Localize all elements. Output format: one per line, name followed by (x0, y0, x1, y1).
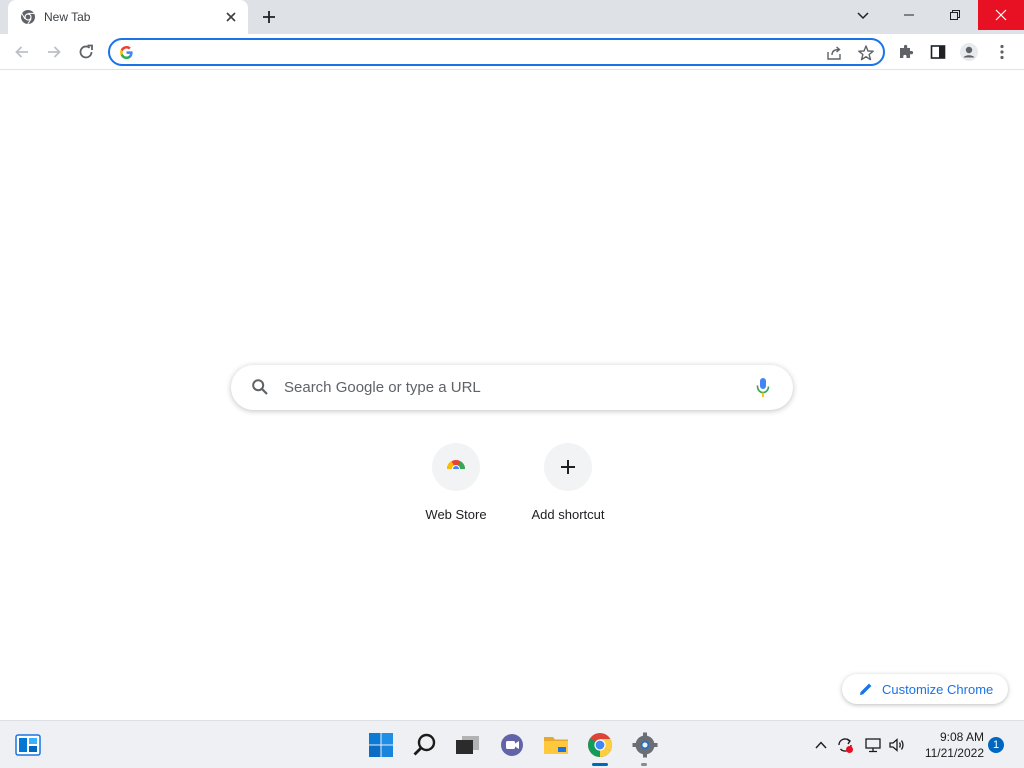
chevron-down-icon[interactable] (852, 4, 874, 26)
windows-start-icon[interactable] (367, 731, 395, 759)
browser-toolbar (0, 34, 1024, 70)
tab-new-tab[interactable]: New Tab (8, 0, 248, 34)
clock-time: 9:08 AM (939, 730, 984, 744)
star-icon[interactable] (857, 44, 875, 62)
add-shortcut-button[interactable]: Add shortcut (512, 440, 624, 530)
share-icon[interactable] (825, 44, 843, 62)
pencil-icon (860, 683, 872, 695)
shortcut-tile (544, 443, 592, 491)
plus-icon[interactable] (258, 6, 280, 28)
webstore-icon (447, 460, 465, 473)
shortcut-web-store[interactable]: Web Store (400, 440, 512, 530)
ntp-search-box[interactable]: Search Google or type a URL (231, 365, 793, 410)
plus-icon (561, 460, 575, 474)
chrome-icon (21, 10, 35, 25)
window-close-button[interactable] (978, 0, 1024, 30)
minimize-icon (904, 14, 914, 16)
restore-button[interactable] (932, 0, 978, 30)
customize-chrome-label: Customize Chrome (882, 682, 994, 697)
file-explorer-icon[interactable] (542, 731, 570, 759)
settings-icon[interactable] (631, 731, 659, 759)
shortcut-tile (432, 443, 480, 491)
tab-title: New Tab (44, 10, 91, 24)
title-bar: New Tab (0, 0, 1024, 34)
search-icon (252, 379, 268, 395)
running-app-indicator (641, 763, 647, 766)
reload-icon[interactable] (76, 42, 96, 62)
close-icon[interactable] (224, 10, 238, 24)
network-icon[interactable] (864, 736, 882, 754)
chrome-icon[interactable] (586, 731, 614, 759)
taskbar-clock[interactable]: 9:08 AM 11/21/2022 (914, 729, 984, 761)
notification-badge[interactable]: 1 (988, 737, 1004, 753)
back-icon[interactable] (12, 42, 32, 62)
active-app-indicator (592, 763, 608, 766)
address-input[interactable] (142, 43, 802, 61)
profile-icon[interactable] (959, 42, 979, 62)
restore-icon (950, 10, 960, 20)
minimize-button[interactable] (886, 0, 932, 30)
mic-icon[interactable] (755, 377, 771, 398)
sync-icon[interactable] (836, 736, 854, 754)
task-view-icon[interactable] (453, 731, 481, 759)
side-panel-icon[interactable] (928, 42, 948, 62)
extensions-icon[interactable] (896, 42, 916, 62)
forward-icon[interactable] (44, 42, 64, 62)
volume-icon[interactable] (888, 736, 906, 754)
search-placeholder: Search Google or type a URL (284, 379, 481, 396)
clock-date: 11/21/2022 (924, 746, 984, 760)
chevron-up-icon[interactable] (812, 736, 830, 754)
taskbar-search-icon[interactable] (411, 731, 439, 759)
address-bar[interactable] (108, 38, 885, 66)
shortcut-label: Web Store (425, 507, 487, 522)
close-icon (995, 9, 1007, 21)
google-g-icon (120, 45, 133, 60)
windows-taskbar: 9:08 AM 11/21/2022 1 (0, 720, 1024, 768)
kebab-menu-icon[interactable] (992, 42, 1012, 62)
shortcut-label: Add shortcut (531, 507, 605, 522)
widgets-icon[interactable] (14, 732, 42, 760)
customize-chrome-button[interactable]: Customize Chrome (842, 674, 1008, 704)
chat-icon[interactable] (498, 731, 526, 759)
